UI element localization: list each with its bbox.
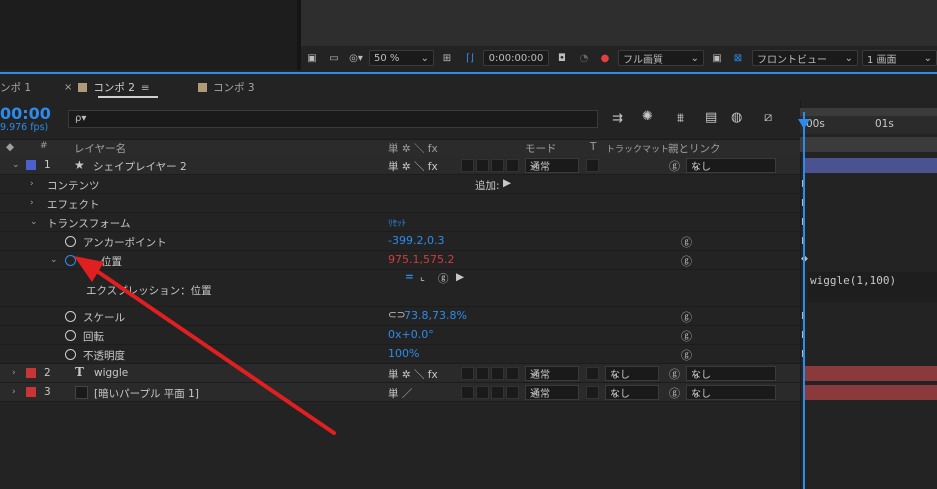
annotation-arrow [74, 256, 336, 435]
